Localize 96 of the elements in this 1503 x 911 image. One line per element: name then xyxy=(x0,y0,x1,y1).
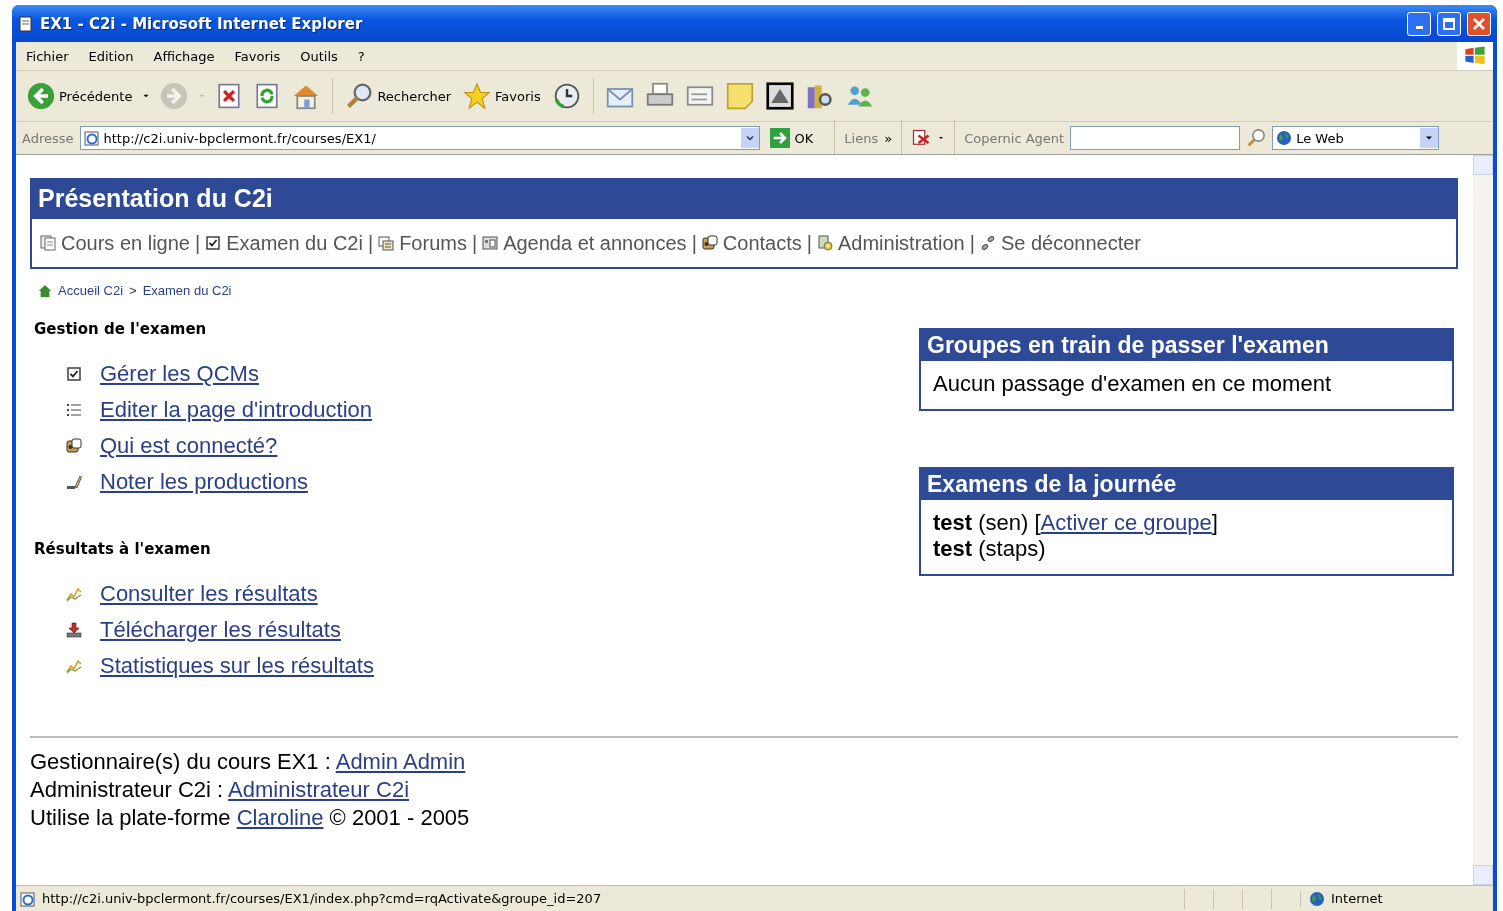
address-label: Adresse xyxy=(22,130,74,146)
search-button[interactable]: Rechercher xyxy=(342,79,455,113)
nav-link[interactable]: Administration xyxy=(816,231,965,255)
checkbox-icon xyxy=(66,366,82,382)
footer-link[interactable]: Admin Admin xyxy=(335,749,466,774)
search-icon xyxy=(345,82,374,110)
more-chevron[interactable]: » xyxy=(884,130,893,146)
scrollbar[interactable] xyxy=(1473,155,1493,885)
menu-item[interactable]: Affichage xyxy=(143,48,225,64)
footer-link[interactable]: Administrateur C2i xyxy=(228,777,410,802)
gear-document-icon xyxy=(816,235,833,251)
action-link[interactable]: Consulter les résultats xyxy=(100,581,318,607)
globe-icon xyxy=(1276,130,1293,146)
maximize-button[interactable] xyxy=(1437,11,1461,36)
close-icon xyxy=(1473,17,1485,30)
checkbox-icon xyxy=(205,235,222,251)
exam-row-text: test (staps) xyxy=(933,536,1047,562)
breadcrumb-link[interactable]: Examen du C2i xyxy=(142,283,232,298)
stop-icon xyxy=(216,83,243,109)
section-heading: Résultats à l'examen xyxy=(34,540,212,558)
menu-item[interactable]: Outils xyxy=(290,48,348,64)
sketch-icon xyxy=(765,82,794,110)
document-icon xyxy=(18,15,34,32)
action-link[interactable]: Qui est connecté? xyxy=(100,433,278,459)
globe-icon xyxy=(1309,890,1325,907)
links-label[interactable]: Liens xyxy=(844,130,879,146)
nav-separator: | xyxy=(367,231,374,255)
line-chart-icon xyxy=(66,586,82,602)
go-button[interactable]: OK xyxy=(765,128,826,148)
dropdown-caret-icon xyxy=(937,134,946,142)
nav-link[interactable]: Examen du C2i xyxy=(205,231,363,255)
house-icon xyxy=(38,283,52,298)
download-tray-icon xyxy=(66,622,82,638)
nav-separator: | xyxy=(471,231,478,255)
footer-line: Utilise la plate-forme Claroline © 2001 - 2005 xyxy=(30,804,471,832)
action-link[interactable]: Editer la page d'introduction xyxy=(100,397,373,423)
action-link[interactable]: Noter les productions xyxy=(100,469,308,495)
nav-link[interactable]: Agenda et annonces xyxy=(482,231,687,255)
back-button[interactable]: Précédente xyxy=(24,79,136,113)
forum-icon xyxy=(378,235,395,251)
status-text: http://c2i.univ-bpclermont.fr/courses/EX1/index.php?cmd=rqActivate&groupe_id=207 xyxy=(42,891,603,906)
pencil-icon xyxy=(66,474,82,490)
nav-link[interactable]: Cours en ligne xyxy=(40,231,190,255)
nav-separator: | xyxy=(806,231,812,255)
close-button[interactable] xyxy=(1467,11,1491,36)
breadcrumb-link[interactable]: Accueil C2i xyxy=(58,283,124,298)
contact-card-icon xyxy=(66,438,82,454)
nav-separator: | xyxy=(969,231,975,255)
windows-flag-icon xyxy=(1464,45,1486,67)
contact-card-icon xyxy=(701,235,718,251)
action-link[interactable]: Gérer les QCMs xyxy=(100,361,259,387)
url-text: http://c2i.univ-bpclermont.fr/courses/EX1/ xyxy=(103,130,376,146)
nav-separator: | xyxy=(194,231,201,255)
favorites-button[interactable]: Favoris xyxy=(460,79,544,113)
address-field[interactable]: http://c2i.univ-bpclermont.fr/courses/EX1/ xyxy=(79,126,760,150)
search-scope-dropdown[interactable]: Le Web xyxy=(1272,126,1440,150)
breadcrumb-separator: > xyxy=(129,283,137,298)
nav-separator: | xyxy=(691,231,697,255)
line-chart-icon xyxy=(66,658,82,674)
zone-label: Internet xyxy=(1331,891,1383,906)
section-heading: Gestion de l'examen xyxy=(34,320,208,338)
calendar-icon xyxy=(482,235,499,251)
search-icon xyxy=(1246,128,1267,148)
panel-title: Groupes en train de passer l'examen xyxy=(921,330,1452,361)
menu-item[interactable]: Favoris xyxy=(224,48,291,64)
page-title: Présentation du C2i xyxy=(32,180,1456,219)
footer-line: Administrateur C2i : Administrateur C2i xyxy=(30,776,411,804)
pages-icon xyxy=(40,235,56,251)
nav-link[interactable]: Contacts xyxy=(701,231,802,255)
go-arrow-icon xyxy=(769,128,790,148)
panel-title: Examens de la journée xyxy=(921,469,1452,500)
history-clock-icon xyxy=(552,82,581,110)
footprints-icon xyxy=(979,235,996,251)
action-link[interactable]: Statistiques sur les résultats xyxy=(100,653,374,679)
menu-item[interactable]: Edition xyxy=(78,48,144,64)
maximize-icon xyxy=(1443,17,1455,30)
browser-page-icon xyxy=(20,890,36,907)
nav-link[interactable]: Se déconnecter xyxy=(979,231,1141,255)
footer-line: Gestionnaire(s) du cours EX1 : Admin Admin xyxy=(30,748,467,776)
nav-link[interactable]: Forums xyxy=(378,231,467,255)
refresh-icon xyxy=(254,83,281,109)
minimize-icon xyxy=(1415,26,1423,29)
exam-row-text: test (sen) [Activer ce groupe] xyxy=(933,510,1219,536)
browser-page-icon xyxy=(83,130,100,146)
copernic-label: Copernic Agent xyxy=(964,130,1065,146)
star-icon xyxy=(463,82,492,110)
panel-message: Aucun passage d'examen en ce moment xyxy=(933,371,1332,397)
menu-item[interactable]: ? xyxy=(347,48,375,64)
sticky-note-icon xyxy=(725,82,754,110)
list-icon xyxy=(66,402,82,418)
footer-link[interactable]: Claroline xyxy=(236,805,324,830)
search-field[interactable] xyxy=(1070,126,1241,150)
action-link[interactable]: Télécharger les résultats xyxy=(100,617,341,643)
menu-item[interactable]: Fichier xyxy=(16,48,79,64)
window-title: EX1 - C2i - Microsoft Internet Explorer xyxy=(40,14,364,33)
minimize-button[interactable] xyxy=(1407,11,1431,36)
